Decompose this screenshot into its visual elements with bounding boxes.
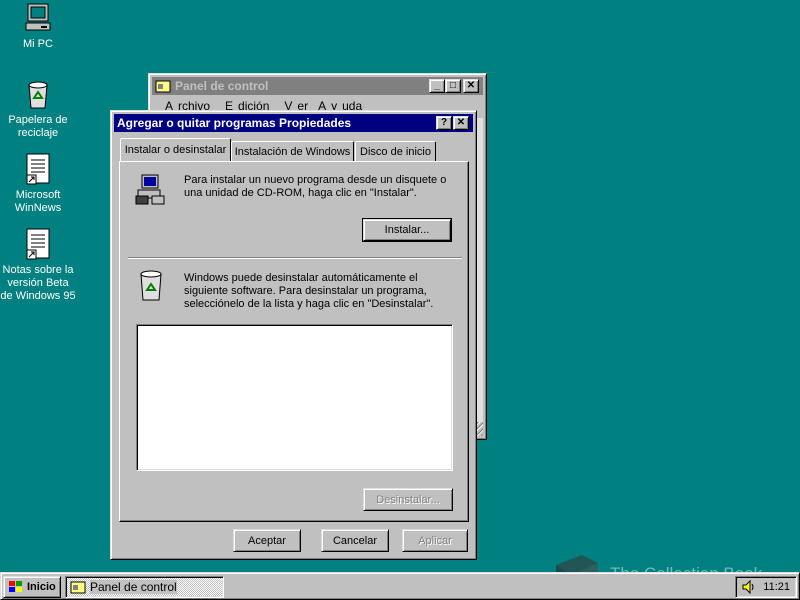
install-button[interactable]: Instalar... xyxy=(362,218,452,242)
desktop-icon-beta-notes[interactable]: Notas sobre la versión Beta de Windows 9… xyxy=(0,228,76,303)
desktop-icon-label: Microsoft WinNews xyxy=(14,189,62,214)
desktop-icon-my-computer[interactable]: Mi PC xyxy=(0,2,76,51)
desktop-icon-label: Mi PC xyxy=(23,38,53,50)
section-divider xyxy=(128,257,462,259)
document-shortcut-icon xyxy=(26,153,50,185)
desktop-icon-recycle-bin[interactable]: Papelera de reciclaje xyxy=(0,78,76,140)
start-button[interactable]: Inicio xyxy=(3,576,61,598)
minimize-button[interactable]: _ xyxy=(429,79,445,93)
control-panel-title: Panel de control xyxy=(175,79,269,93)
speaker-icon[interactable] xyxy=(742,580,756,594)
install-description: Para instalar un nuevo programa desde un… xyxy=(184,174,447,199)
document-shortcut-icon xyxy=(26,228,50,260)
desktop-icon-winnews[interactable]: Microsoft WinNews xyxy=(0,153,76,215)
control-panel-icon xyxy=(155,80,171,93)
close-button[interactable]: ✕ xyxy=(463,79,479,93)
cancel-button[interactable]: Cancelar xyxy=(321,529,389,552)
help-button[interactable]: ? xyxy=(436,116,452,130)
control-panel-titlebar[interactable]: Panel de control _ □ ✕ xyxy=(152,77,483,95)
recycle-bin-icon xyxy=(28,81,48,109)
install-computer-icon xyxy=(135,174,165,205)
uninstall-description: Windows puede desinstalar automáticament… xyxy=(184,272,434,310)
windows-logo-icon xyxy=(9,581,22,592)
desktop-icon-label: Papelera de reciclaje xyxy=(8,114,68,139)
taskbar: Inicio Panel de control 11:21 xyxy=(0,572,800,600)
close-button[interactable]: ✕ xyxy=(453,116,469,130)
apply-button[interactable]: Aplicar xyxy=(402,529,468,552)
clock[interactable]: 11:21 xyxy=(763,581,790,593)
installed-programs-list[interactable] xyxy=(136,324,453,471)
uninstall-button[interactable]: Desinstalar... xyxy=(363,488,453,511)
tab-panel: Para instalar un nuevo programa desde un… xyxy=(119,161,469,522)
control-panel-icon xyxy=(70,581,86,594)
start-label: Inicio xyxy=(27,581,56,593)
add-remove-programs-dialog[interactable]: Agregar o quitar programas Propiedades ?… xyxy=(110,110,477,560)
tab-install-uninstall[interactable]: Instalar o desinstalar xyxy=(120,138,231,161)
my-computer-icon xyxy=(25,3,51,31)
dialog-title: Agregar o quitar programas Propiedades xyxy=(117,116,352,130)
desktop-icon-label: Notas sobre la versión Beta de Windows 9… xyxy=(0,264,76,302)
dialog-titlebar[interactable]: Agregar o quitar programas Propiedades ?… xyxy=(114,114,473,132)
ok-button[interactable]: Aceptar xyxy=(233,529,301,552)
taskbar-task-control-panel[interactable]: Panel de control xyxy=(65,576,224,598)
tab-startup-disk[interactable]: Disco de inicio xyxy=(355,141,436,161)
recycle-bin-icon xyxy=(140,270,162,301)
tab-windows-setup[interactable]: Instalación de Windows xyxy=(231,141,354,161)
maximize-button[interactable]: □ xyxy=(445,79,461,93)
system-tray: 11:21 xyxy=(735,576,797,598)
